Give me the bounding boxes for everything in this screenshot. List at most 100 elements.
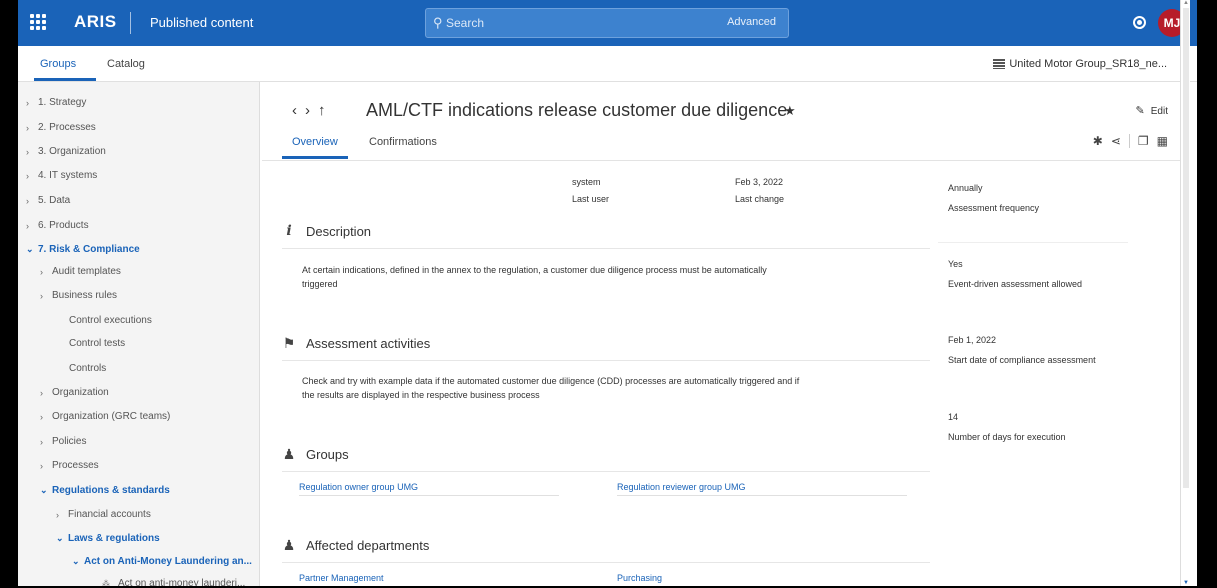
background-line [0,389,20,393]
chevron-right-icon[interactable]: › [40,412,52,422]
tree-item-risk-compliance[interactable]: ⌄ 7. Risk & Compliance [26,244,140,255]
search-input[interactable] [446,14,686,32]
tree-item-processes[interactable]: › 2. Processes [26,122,96,133]
chevron-right-icon[interactable]: › [40,437,52,447]
group-link[interactable]: Regulation reviewer group UMG [617,482,746,492]
tree-item-label: Controls [69,363,107,374]
tree-item-label: Act on Anti-Money Laundering an... [84,556,252,567]
copy-icon[interactable]: ❐ [1138,134,1149,148]
tab-catalog[interactable]: Catalog [107,58,145,70]
scroll-up-icon[interactable]: ▲ [1183,0,1189,6]
edit-button[interactable]: ✎ Edit [1136,104,1168,117]
attribute-label: Assessment frequency [948,203,1040,213]
share-icon[interactable]: ⋖ [1111,134,1121,148]
group-link[interactable]: Regulation owner group UMG [299,482,418,492]
chevron-right-icon[interactable]: › [56,510,68,520]
tree-item-control-tests[interactable]: Control tests [69,338,125,349]
tab-overview[interactable]: Overview [292,136,338,148]
tree-item-organization-sub[interactable]: › Organization [40,387,109,398]
app-launcher-icon[interactable] [30,14,46,30]
tab-confirmations[interactable]: Confirmations [369,136,437,148]
toolbar-divider [1128,134,1130,148]
chevron-right-icon[interactable]: › [26,98,38,108]
department-link[interactable]: Partner Management [299,573,384,583]
tree-item-controls[interactable]: Controls [69,363,106,374]
tree-item-regulations[interactable]: ⌄ Regulations & standards [40,485,170,496]
tree-item-label: 6. Products [38,220,89,231]
attribute-label: Event-driven assessment allowed [948,279,1083,289]
visibility-icon[interactable] [1133,16,1146,29]
tree-item-policies[interactable]: › Policies [40,436,86,447]
tree-item-audit-templates[interactable]: › Audit templates [40,266,121,277]
tree-item-processes-sub[interactable]: › Processes [40,460,99,471]
chevron-down-icon[interactable]: ⌄ [72,556,84,567]
search-box[interactable]: ⚲ Advanced [425,8,789,38]
last-change-label: Last change [735,194,785,204]
scrollbar-thumb[interactable] [1183,8,1189,488]
chevron-down-icon[interactable]: ⌄ [26,244,38,255]
groups-title: Groups [306,447,349,462]
edit-label: Edit [1150,106,1168,117]
active-tab-indicator [34,78,96,81]
tree-item-data[interactable]: › 5. Data [26,195,70,206]
tree-item-aml-model[interactable]: ⁂ Act on anti-money launderi... [102,578,245,586]
attribute-value: Yes [948,259,963,269]
favorite-star-icon[interactable]: ★ [784,103,796,119]
tree-item-financial-accounts[interactable]: › Financial accounts [56,509,151,520]
tree-item-laws-regulations[interactable]: ⌄ Laws & regulations [56,533,160,544]
chevron-right-icon[interactable]: › [40,461,52,471]
up-arrow-icon[interactable]: ↑ [318,102,334,119]
tree-item-business-rules[interactable]: › Business rules [40,290,117,301]
forward-arrow-icon[interactable]: › [305,102,318,119]
tree-item-strategy[interactable]: › 1. Strategy [26,97,86,108]
database-selector[interactable]: United Motor Group_SR18_ne... ▼ [993,58,1187,70]
advanced-search-link[interactable]: Advanced [727,16,776,28]
attribute-label: Start date of compliance assessment [948,355,1096,365]
attribute-label: Number of days for execution [948,432,1066,442]
database-icon [993,59,1006,69]
tree-item-aml-act[interactable]: ⌄ Act on Anti-Money Laundering an... [72,556,252,567]
tree-item-products[interactable]: › 6. Products [26,220,89,231]
tree-item-grc-teams[interactable]: › Organization (GRC teams) [40,411,170,422]
group-icon: ♟ [282,446,296,462]
tree-item-label: Organization (GRC teams) [52,411,171,422]
chevron-right-icon[interactable]: › [40,267,52,277]
app-window: ARIS Published content ⚲ Advanced MJ Gro… [18,0,1199,586]
chevron-right-icon[interactable]: › [26,147,38,157]
app-title: Published content [150,15,254,30]
vertical-scrollbar[interactable]: ▲ ▼ [1180,0,1190,586]
tree-item-label: Processes [52,460,99,471]
tree-item-label: Business rules [52,290,118,301]
sub-bar: Groups Catalog United Motor Group_SR18_n… [18,46,1197,82]
tree-item-it-systems[interactable]: › 4. IT systems [26,170,97,181]
chevron-right-icon[interactable]: › [26,221,38,231]
tree-item-label: Audit templates [52,266,121,277]
search-icon: ⚲ [433,15,443,30]
chevron-down-icon[interactable]: ⌄ [56,533,68,544]
chevron-right-icon[interactable]: › [26,171,38,181]
brand-logo[interactable]: ARIS [74,12,117,32]
chevron-right-icon[interactable]: › [40,291,52,301]
chevron-right-icon[interactable]: › [26,123,38,133]
history-navigation[interactable]: ‹›↑ [292,102,334,119]
scroll-down-icon[interactable]: ▼ [1183,580,1189,586]
department-link[interactable]: Purchasing [617,573,662,583]
chevron-right-icon[interactable]: › [26,196,38,206]
back-arrow-icon[interactable]: ‹ [292,102,305,119]
departments-heading: ♟ Affected departments [282,537,430,554]
active-tab-indicator [282,156,348,159]
tree-item-label: 7. Risk & Compliance [38,244,140,255]
chevron-right-icon[interactable]: › [40,388,52,398]
layout-icon[interactable]: ▦ [1157,134,1168,148]
chevron-down-icon[interactable]: ⌄ [40,485,52,496]
tree-item-label: Regulations & standards [52,485,170,496]
tab-groups[interactable]: Groups [40,58,76,70]
tree-item-control-executions[interactable]: Control executions [69,315,152,326]
attribute-start-date: Feb 1, 2022 Start date of compliance asse… [948,335,1096,365]
tree-item-label: 2. Processes [38,122,96,133]
attribute-days: 14 Number of days for execution [948,412,1066,442]
link-divider [299,495,559,496]
section-divider [282,562,930,563]
tree-item-organization[interactable]: › 3. Organization [26,146,106,157]
subscribe-icon[interactable]: ✱ [1093,134,1103,148]
